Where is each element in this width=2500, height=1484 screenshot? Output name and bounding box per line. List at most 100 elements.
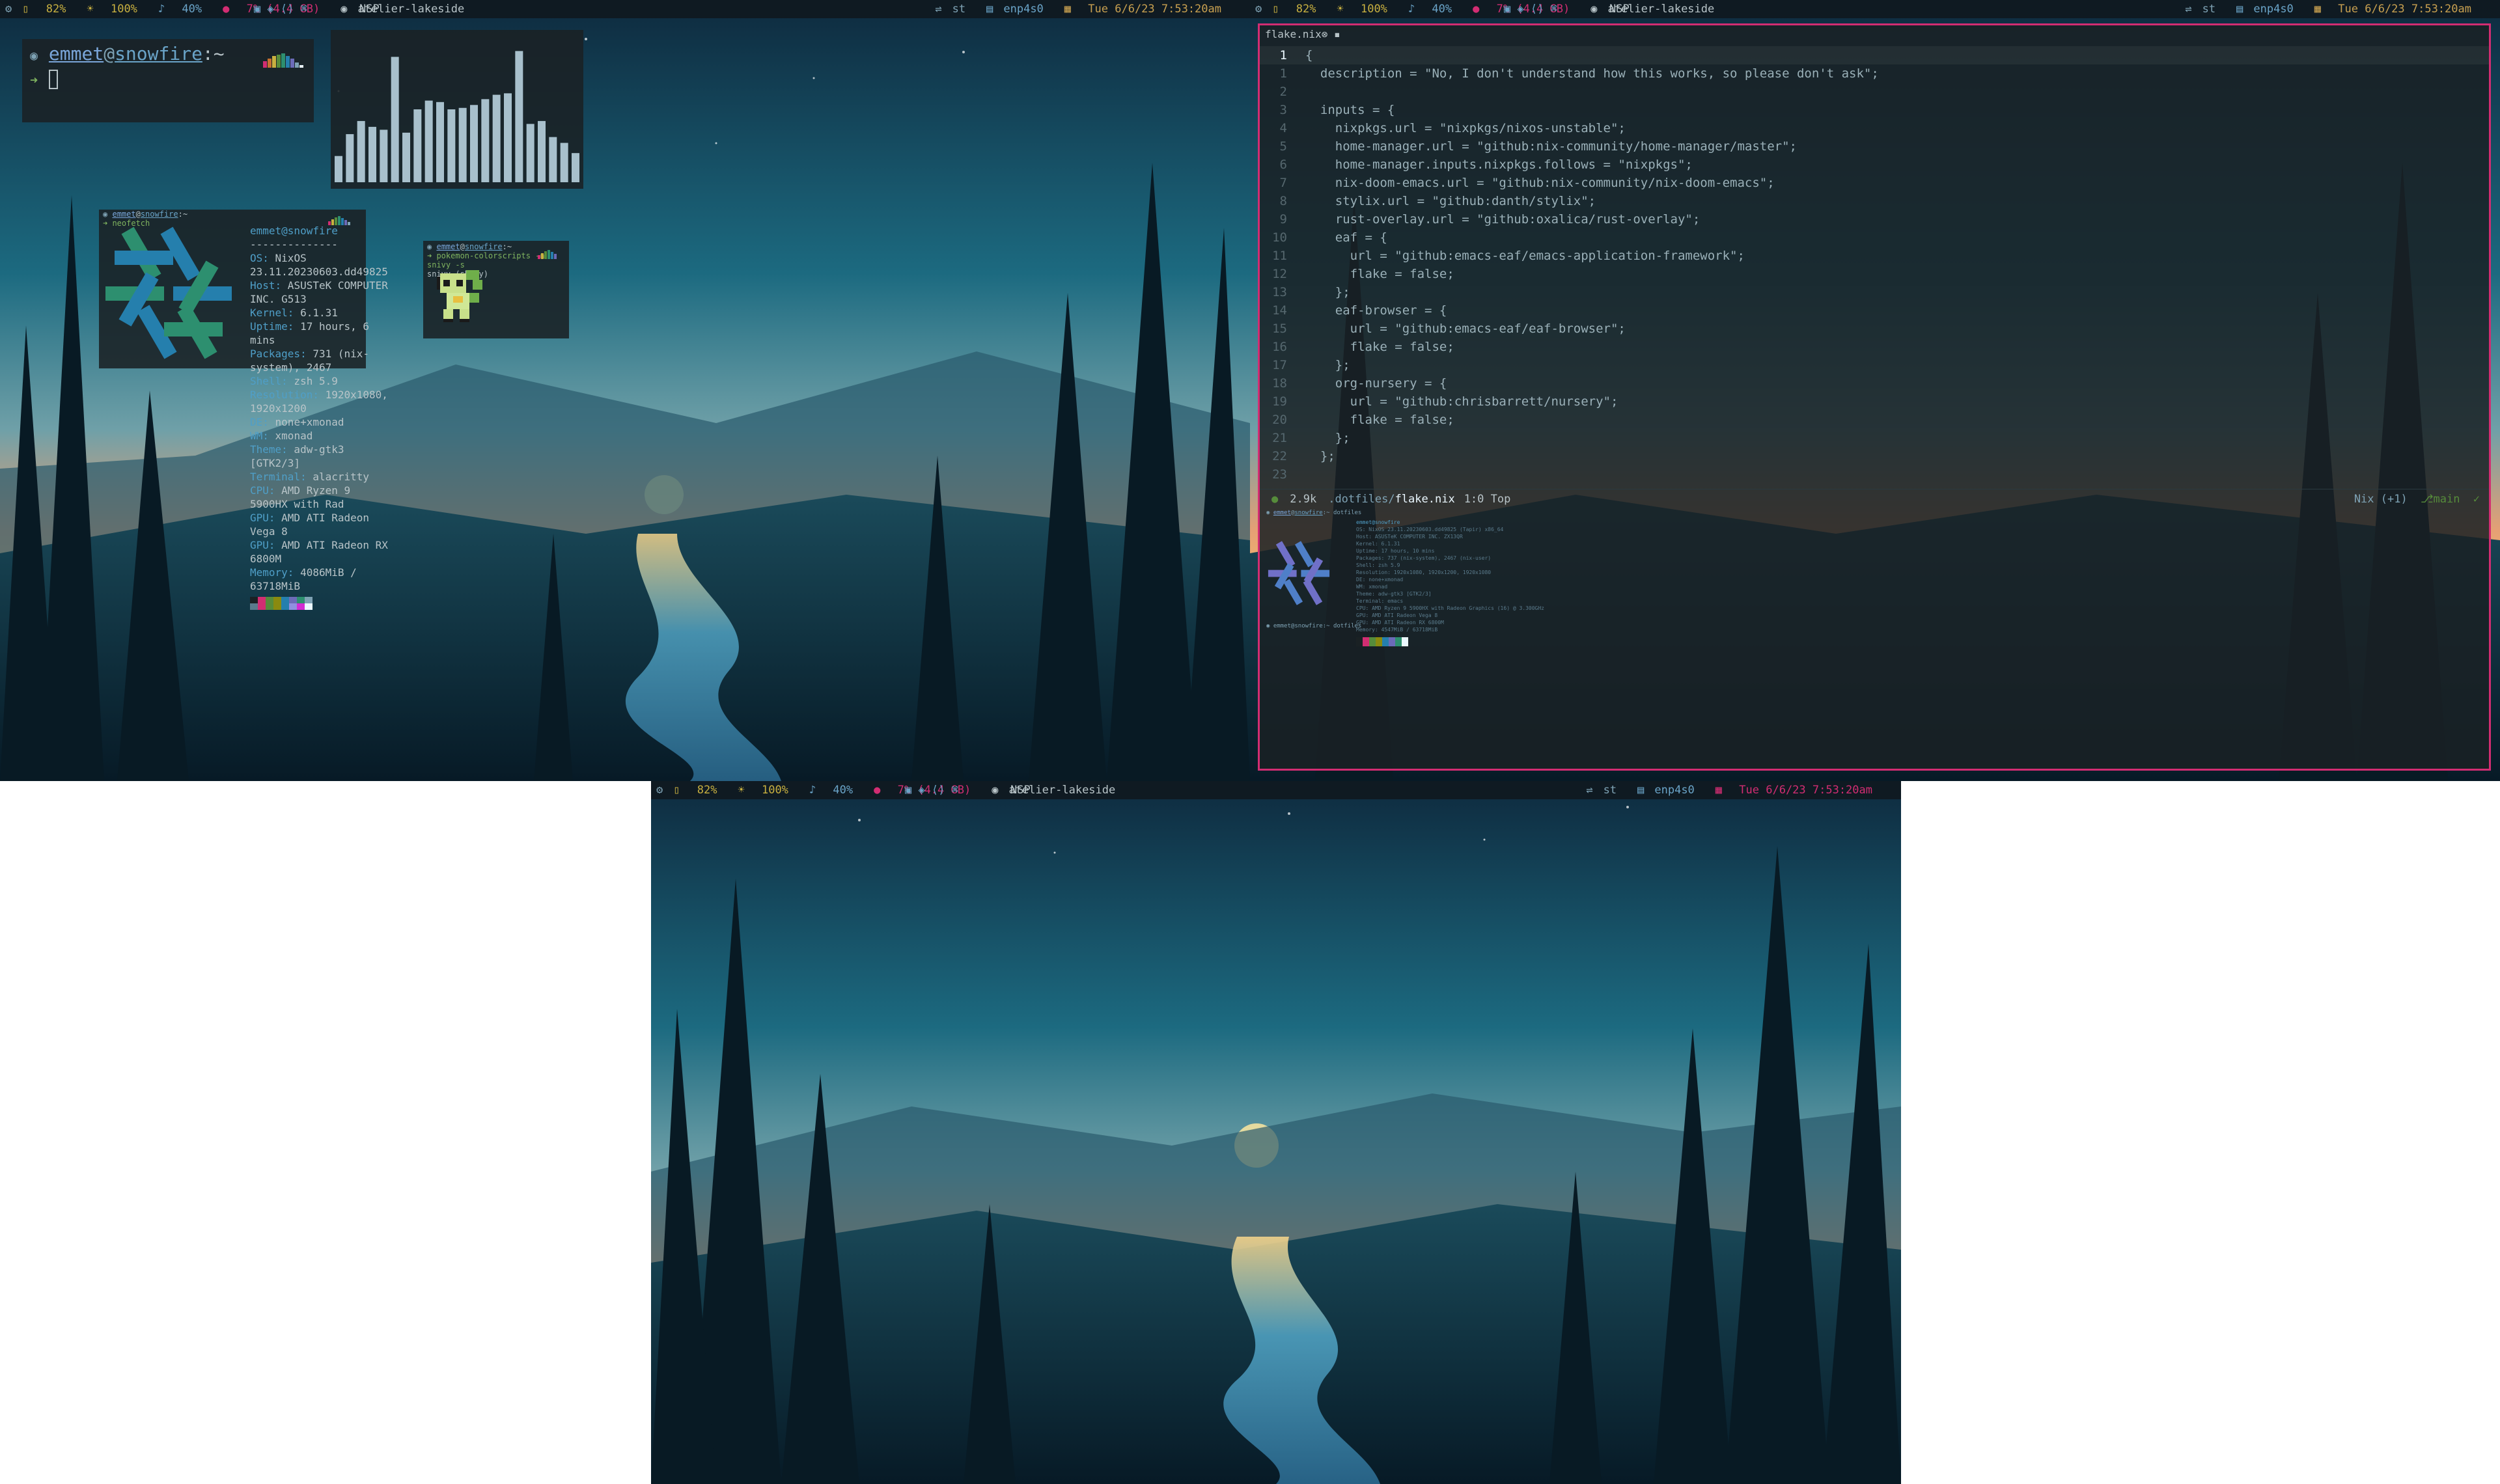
line-number: 12 [1272, 267, 1287, 281]
mini-neofetch-line: Resolution: 1920x1080, 1920x1200, 1920x1… [1356, 570, 1492, 575]
code-line[interactable]: 10 eaf = { [1260, 228, 2489, 247]
code-line[interactable]: 1{ [1260, 46, 2489, 64]
line-number: 18 [1272, 376, 1287, 391]
code-line[interactable]: 18 org-nursery = { [1260, 374, 2489, 392]
code-line[interactable]: 9 rust-overlay.url = "github:oxalica/rus… [1260, 210, 2489, 228]
code-line[interactable]: 3 inputs = { [1260, 101, 2489, 119]
line-number: 13 [1272, 285, 1287, 299]
brightness-icon: ☀ [87, 3, 94, 16]
memory-icon: ● [874, 784, 881, 797]
color-palette [250, 597, 388, 610]
mini-neofetch-line: Memory: 4547MiB / 63718MiB [1356, 627, 1438, 633]
line-number: 2 [1279, 85, 1287, 99]
neofetch-line: Uptime: 17 hours, 6 mins [250, 320, 388, 347]
line-number: 8 [1279, 194, 1287, 208]
neofetch-line: OS: NixOS 23.11.20230603.dd49825 [250, 251, 388, 279]
code-line[interactable]: 21 }; [1260, 429, 2489, 447]
line-number: 20 [1272, 413, 1287, 427]
mini-neofetch-line: CPU: AMD Ryzen 9 5900HX with Radeon Grap… [1356, 605, 1544, 611]
visualizer-bar [526, 124, 535, 182]
memory-icon: ● [223, 3, 230, 16]
neofetch-line: GPU: AMD ATI Radeon Vega 8 [250, 511, 388, 538]
gear-icon[interactable]: ⚙ [5, 3, 12, 16]
code-area[interactable]: 1{1 description = "No, I don't understan… [1260, 46, 2489, 484]
cursor-position: 1:0 Top [1464, 493, 1511, 506]
wallpaper [651, 781, 1901, 1484]
mini-neofetch-line: OS: NixOS 23.11.20230603.dd49825 (Tapir)… [1356, 527, 1504, 532]
terminal-window[interactable]: ◉ emmet@snowfire:~ ➜ [22, 39, 314, 122]
code-line[interactable]: 2 [1260, 83, 2489, 101]
code-line[interactable]: 11 url = "github:emacs-eaf/emacs-applica… [1260, 247, 2489, 265]
code-line[interactable]: 12 flake = false; [1260, 265, 2489, 283]
gear-icon[interactable]: ⚙ [1255, 3, 1262, 16]
workspace-icons[interactable]: ▣ ◈ ⟨⟩ ⌘ [905, 784, 958, 797]
monitor-left: ⚙ ▯ 82% ☀ 100% ♪ 40% ● 7% (4.4 GB) ◉ atel… [0, 0, 1250, 781]
datetime: Tue 6/6/23 7:53:20am [1088, 3, 1221, 16]
brightness-level: 100% [110, 3, 137, 16]
palette-swatch [273, 597, 281, 603]
visualizer-bar [572, 153, 579, 182]
code-line[interactable]: 20 flake = false; [1260, 411, 2489, 429]
gear-icon[interactable]: ⚙ [656, 784, 663, 797]
nixos-logo [105, 227, 232, 359]
neofetch-key: DE: [250, 416, 269, 428]
palette-swatch [305, 597, 312, 603]
line-number: 9 [1279, 212, 1287, 227]
line-number: 15 [1272, 322, 1287, 336]
code-line[interactable]: 17 }; [1260, 356, 2489, 374]
neofetch-window[interactable]: ◉ emmet@snowfire:~ ➜ neofetch emmet@snow… [99, 210, 388, 610]
code-line[interactable]: 22 }; [1260, 447, 2489, 465]
network-icon: ▤ [2236, 3, 2243, 16]
volume-level: 40% [833, 784, 854, 797]
code-line[interactable]: 15 url = "github:emacs-eaf/eaf-browser"; [1260, 320, 2489, 338]
code-line[interactable]: 5 home-manager.url = "github:nix-communi… [1260, 137, 2489, 156]
pokemon-prompt-user: emmet [436, 242, 460, 251]
line-number: 7 [1279, 176, 1287, 190]
mini-neofetch-line: Terminal: emacs [1356, 598, 1404, 604]
editor-tab[interactable]: flake.nix⊗ ▪ [1265, 28, 1340, 40]
code-line[interactable]: 14 eaf-browser = { [1260, 301, 2489, 320]
volume-icon: ♪ [809, 784, 816, 797]
emacs-terminal-pane[interactable]: ◉ emmet@snowfire:~ dotfiles emmet@snowfi… [1260, 510, 2489, 769]
mini-neofetch-line: WM: xmonad [1356, 584, 1388, 590]
visualizer-bar [492, 94, 501, 182]
code-line[interactable]: 1 description = "No, I don't understand … [1260, 64, 2489, 83]
scratchpad-label: NSP [1609, 3, 1630, 16]
code-text: }; [1305, 431, 1350, 445]
code-text: }; [1305, 285, 1350, 299]
palette-swatch [250, 603, 258, 610]
mini-prompt-host: snowfire [1294, 510, 1323, 516]
workspace-icons[interactable]: ▣ ◈ ⟨⟩ ⌘ [254, 3, 307, 16]
battery-level: 82% [46, 3, 66, 16]
pokemon-window[interactable]: ◉ emmet@snowfire:~ ➜ pokemon-colorscript… [423, 241, 569, 338]
code-line[interactable]: 16 flake = false; [1260, 338, 2489, 356]
code-line[interactable]: 7 nix-doom-emacs.url = "github:nix-commu… [1260, 174, 2489, 192]
audio-visualizer-window[interactable] [331, 30, 583, 189]
visualizer-bar [538, 120, 546, 182]
battery-icon: ▯ [1272, 3, 1279, 16]
visualizer-bar [346, 134, 354, 182]
neofetch-key: GPU: [250, 512, 275, 524]
code-line[interactable]: 8 stylix.url = "github:danth/stylix"; [1260, 192, 2489, 210]
code-text: url = "github:emacs-eaf/eaf-browser"; [1305, 322, 1626, 336]
neofetch-prompt-suffix: :~ [178, 210, 188, 219]
brightness-icon: ☀ [738, 784, 745, 797]
visualizer-bar [560, 143, 568, 182]
mini-neofetch-line: Packages: 737 (nix-system), 2467 (nix-us… [1356, 555, 1492, 561]
volume-level: 40% [182, 3, 202, 16]
neofetch-line: Terminal: alacritty [250, 470, 388, 484]
code-line[interactable]: 6 home-manager.inputs.nixpkgs.follows = … [1260, 156, 2489, 174]
visualizer-bar [447, 109, 456, 182]
prompt-suffix: :~ [202, 43, 225, 64]
workspace-icons[interactable]: ▣ ◈ ⟨⟩ ⌘ [1504, 3, 1557, 16]
code-line[interactable]: 4 nixpkgs.url = "nixpkgs/nixos-unstable"… [1260, 119, 2489, 137]
cursor[interactable] [48, 70, 58, 89]
code-line[interactable]: 23 [1260, 465, 2489, 484]
close-icon[interactable]: ⊗ ▪ [1322, 28, 1340, 40]
code-line[interactable]: 13 }; [1260, 283, 2489, 301]
emacs-window[interactable]: flake.nix⊗ ▪ 1{1 description = "No, I do… [1258, 23, 2491, 771]
mini-visualizer-icon [328, 216, 350, 225]
neofetch-value: 6.1.31 [294, 307, 338, 319]
code-line[interactable]: 19 url = "github:chrisbarrett/nursery"; [1260, 392, 2489, 411]
git-branch-icon: ⎇ [2420, 493, 2434, 506]
